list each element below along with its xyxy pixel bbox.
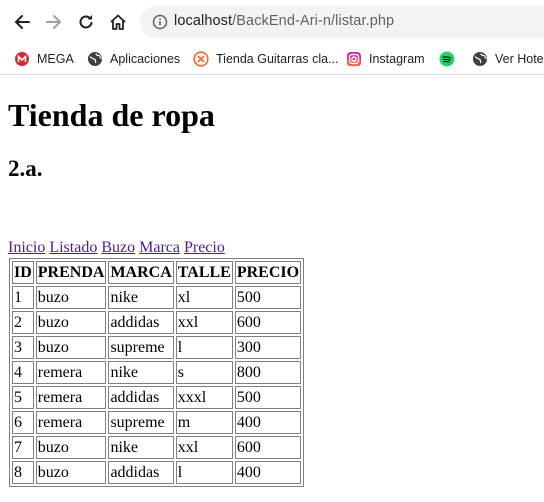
cell-prenda: buzo: [35, 436, 107, 459]
cell-prenda: buzo: [35, 311, 107, 334]
header-precio: PRECIO: [234, 261, 302, 284]
back-button[interactable]: [8, 8, 36, 36]
guitar-store-icon: [193, 51, 209, 67]
table-body: 1 buzo nike xl 500 2 buzo addidas xxl 600 3 buzo s…: [12, 286, 302, 484]
cell-prenda: buzo: [35, 336, 107, 359]
bookmark-label: Ver Hotel: [495, 52, 544, 66]
cell-talle: xxl: [175, 311, 233, 334]
cell-id: 5: [12, 386, 34, 409]
table-row: 6 remera supreme m 400: [12, 411, 302, 434]
cell-talle: xl: [175, 286, 233, 309]
bookmark-label: Aplicaciones: [110, 52, 181, 66]
globe-icon: [472, 51, 488, 67]
header-marca: MARCA: [108, 261, 174, 284]
cell-prenda: buzo: [35, 461, 107, 484]
link-marca[interactable]: Marca: [139, 239, 180, 256]
bookmark-aplicaciones[interactable]: Aplicaciones: [87, 49, 180, 69]
table-row: 4 remera nike s 800: [12, 361, 302, 384]
products-table: ID PRENDA MARCA TALLE PRECIO 1 buzo nike xl…: [9, 258, 305, 487]
cell-prenda: remera: [35, 386, 107, 409]
cell-id: 7: [12, 436, 34, 459]
table-row: 8 buzo addidas l 400: [12, 461, 302, 484]
table-row: 5 remera addidas xxxl 500: [12, 386, 302, 409]
cell-precio: 500: [234, 286, 302, 309]
cell-prenda: remera: [35, 361, 107, 384]
home-button[interactable]: [104, 8, 132, 36]
page-title: Tienda de ropa: [8, 97, 215, 133]
cell-precio: 400: [234, 461, 302, 484]
bookmark-tienda-guitarras[interactable]: Tienda Guitarras cla...: [193, 49, 339, 69]
cell-talle: l: [175, 336, 233, 359]
cell-id: 2: [12, 311, 34, 334]
table-row: 2 buzo addidas xxl 600: [12, 311, 302, 334]
cell-precio: 600: [234, 436, 302, 459]
cell-talle: s: [175, 361, 233, 384]
table-row: 3 buzo supreme l 300: [12, 336, 302, 359]
bookmark-label: Instagram: [369, 52, 425, 66]
cell-prenda: remera: [35, 411, 107, 434]
url-host: localhost: [174, 13, 233, 29]
bookmark-spotify[interactable]: [439, 49, 462, 69]
mega-icon: [14, 51, 30, 67]
cell-marca: addidas: [108, 461, 174, 484]
cell-marca: supreme: [108, 411, 174, 434]
forward-arrow-icon: [46, 15, 62, 29]
reload-button[interactable]: [72, 8, 100, 36]
cell-marca: nike: [108, 436, 174, 459]
bookmarks-bar: MEGA Aplicaciones Tienda Guitarras cla..…: [0, 44, 544, 75]
cell-marca: supreme: [108, 336, 174, 359]
cell-precio: 500: [234, 386, 302, 409]
header-prenda: PRENDA: [35, 261, 107, 284]
cell-marca: nike: [108, 361, 174, 384]
nav-links: Inicio Listado Buzo Marca Precio: [8, 239, 225, 257]
cell-talle: xxl: [175, 436, 233, 459]
cell-marca: addidas: [108, 386, 174, 409]
cell-talle: l: [175, 461, 233, 484]
cell-precio: 600: [234, 311, 302, 334]
link-buzo[interactable]: Buzo: [101, 239, 135, 256]
instagram-icon: [346, 51, 362, 67]
cell-talle: m: [175, 411, 233, 434]
cell-id: 6: [12, 411, 34, 434]
cell-marca: addidas: [108, 311, 174, 334]
link-precio[interactable]: Precio: [184, 239, 225, 256]
cell-id: 8: [12, 461, 34, 484]
cell-marca: nike: [108, 286, 174, 309]
browser-toolbar: localhost/BackEnd-Ari-n/listar.php: [0, 0, 544, 44]
back-arrow-icon: [14, 15, 30, 29]
bookmark-ver-hotel[interactable]: Ver Hotel: [472, 49, 544, 69]
cell-talle: xxxl: [175, 386, 233, 409]
bookmark-mega[interactable]: MEGA: [14, 49, 74, 69]
cell-id: 1: [12, 286, 34, 309]
cell-id: 4: [12, 361, 34, 384]
table-header-row: ID PRENDA MARCA TALLE PRECIO: [12, 261, 302, 284]
globe-icon: [87, 51, 103, 67]
link-listado[interactable]: Listado: [49, 239, 97, 256]
url-path: /BackEnd-Ari-n/listar.php: [232, 13, 395, 29]
forward-button[interactable]: [40, 8, 68, 36]
cell-precio: 400: [234, 411, 302, 434]
table-row: 1 buzo nike xl 500: [12, 286, 302, 309]
info-icon[interactable]: [152, 14, 168, 30]
spotify-icon: [439, 51, 455, 67]
home-icon: [110, 14, 126, 30]
page-subtitle: 2.a.: [8, 156, 43, 181]
url-text: localhost/BackEnd-Ari-n/listar.php: [174, 13, 394, 29]
header-talle: TALLE: [175, 261, 233, 284]
cell-id: 3: [12, 336, 34, 359]
bookmark-label: MEGA: [37, 52, 74, 66]
bookmark-instagram[interactable]: Instagram: [346, 49, 425, 69]
cell-precio: 300: [234, 336, 302, 359]
link-inicio[interactable]: Inicio: [8, 239, 45, 256]
header-id: ID: [12, 261, 34, 284]
bookmark-label: Tienda Guitarras cla...: [216, 52, 339, 66]
reload-icon: [79, 15, 93, 29]
cell-precio: 800: [234, 361, 302, 384]
cell-prenda: buzo: [35, 286, 107, 309]
table-row: 7 buzo nike xxl 600: [12, 436, 302, 459]
address-bar[interactable]: localhost/BackEnd-Ari-n/listar.php: [140, 6, 544, 38]
